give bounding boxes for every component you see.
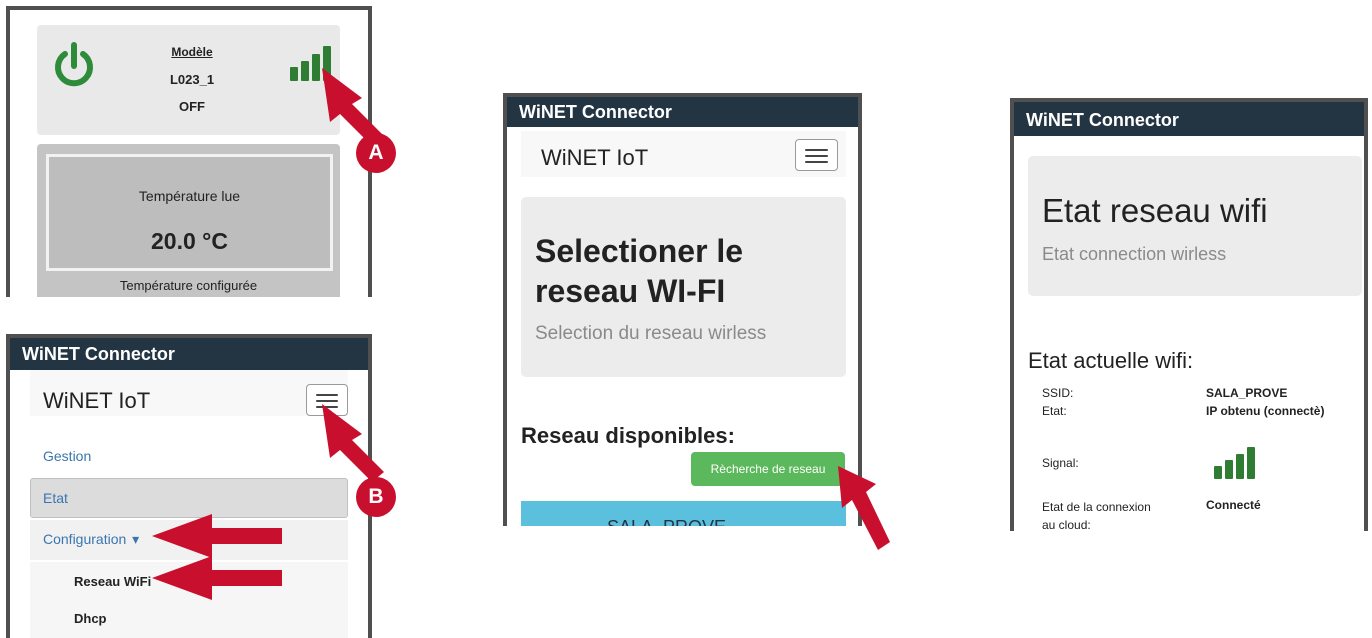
callout-arrow-a — [152, 68, 890, 600]
callout-badge-a: A — [356, 133, 396, 173]
callout-badge-b: B — [356, 477, 396, 517]
